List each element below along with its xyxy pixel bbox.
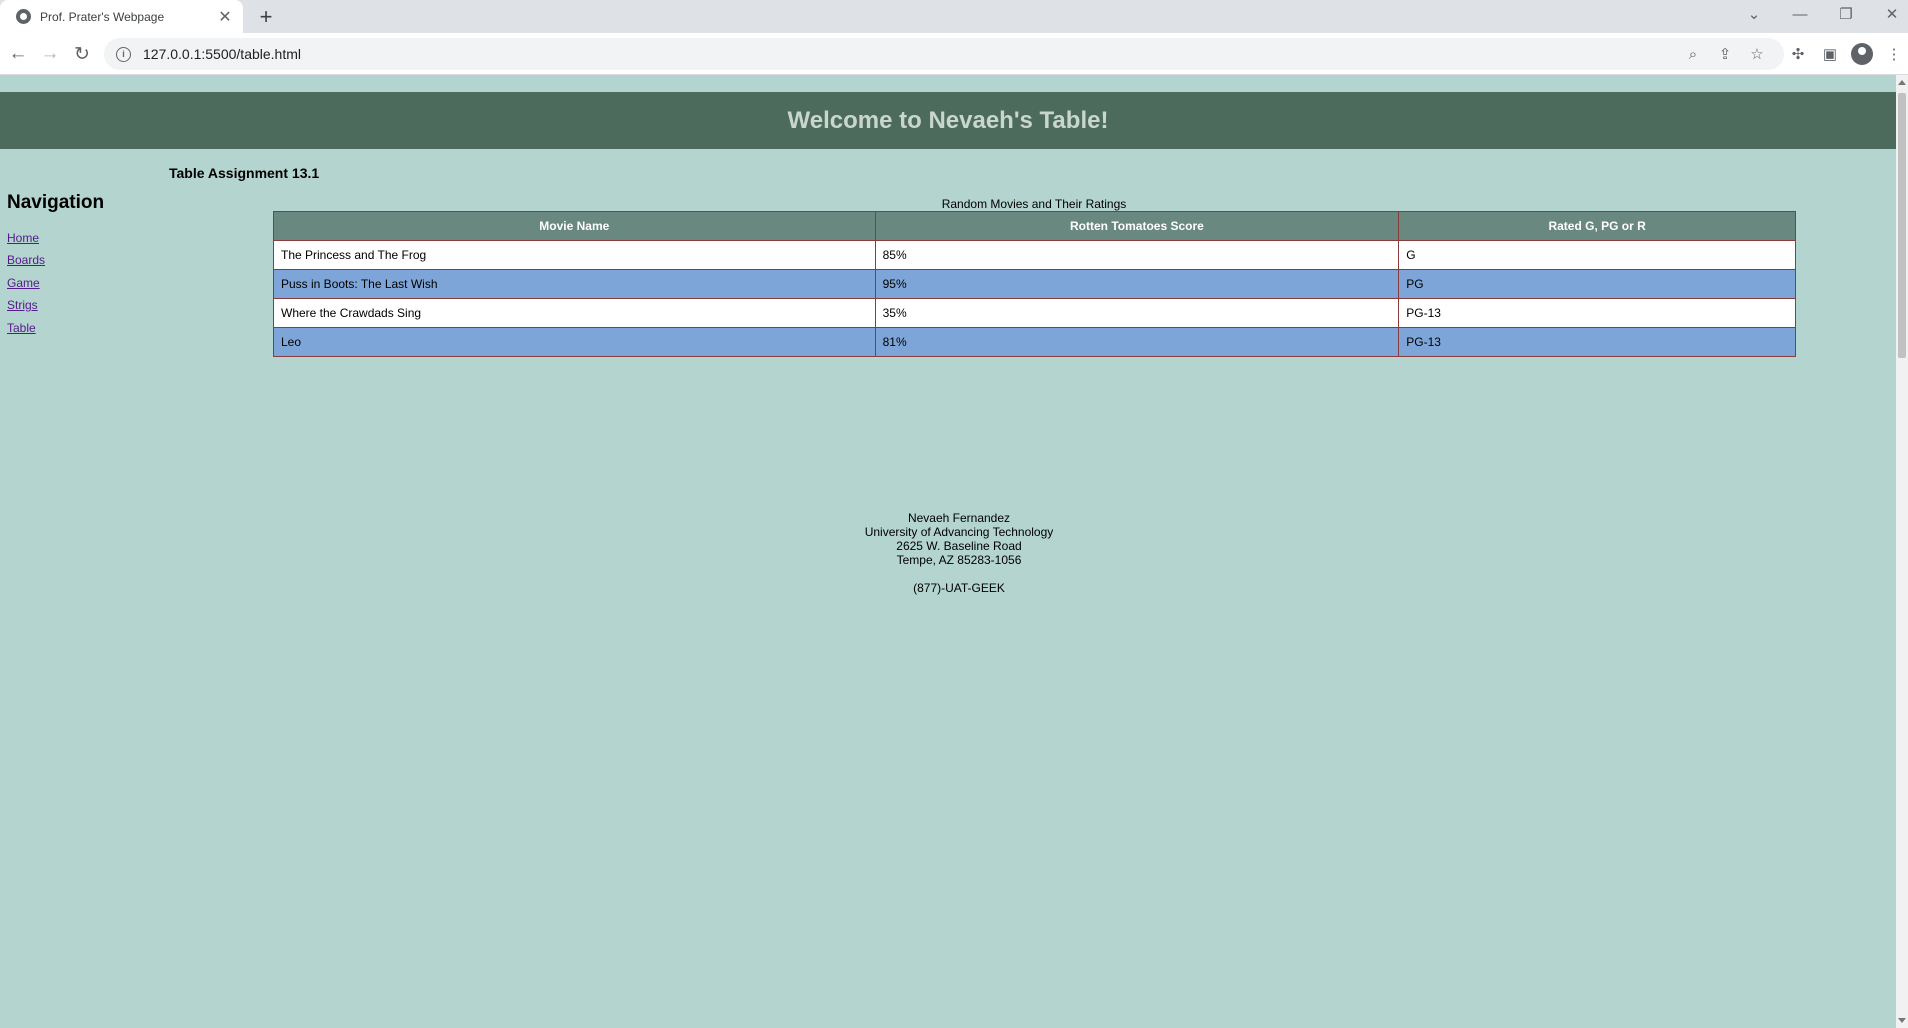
movie-name-cell: Puss in Boots: The Last Wish (273, 269, 876, 299)
scrollbar-thumb[interactable] (1898, 93, 1906, 358)
column-header-movie-name: Movie Name (273, 211, 876, 241)
close-tab-icon[interactable]: ✕ (215, 7, 235, 27)
footer-city: Tempe, AZ 85283-1056 (896, 553, 1022, 567)
footer-phone: (877)-UAT-GEEK (913, 581, 1005, 595)
assignment-title: Table Assignment 13.1 (169, 165, 320, 181)
nav-link-boards[interactable]: Boards (7, 253, 45, 267)
movie-name-cell: Where the Crawdads Sing (273, 298, 876, 328)
nav-link-game[interactable]: Game (7, 276, 40, 290)
globe-icon (16, 9, 31, 24)
browser-tab[interactable]: Prof. Prater's Webpage ✕ (0, 0, 243, 33)
navigation-heading: Navigation (7, 192, 105, 213)
nav-link-table[interactable]: Table (7, 321, 36, 335)
navigation-list: Home Boards Game Strigs Table (7, 231, 45, 343)
side-panel-icon[interactable]: ▣ (1819, 43, 1841, 65)
profile-avatar[interactable] (1851, 43, 1873, 65)
nav-link-home[interactable]: Home (7, 231, 39, 245)
table-header-row: Movie Name Rotten Tomatoes Score Rated G… (273, 211, 1796, 241)
rating-cell: PG-13 (1398, 298, 1796, 328)
forward-icon[interactable]: → (37, 41, 63, 67)
tab-search-icon[interactable]: ⌄ (1738, 0, 1770, 28)
table-row: Puss in Boots: The Last Wish 95% PG (273, 269, 1796, 299)
close-window-button[interactable]: ✕ (1876, 0, 1908, 28)
footer-name: Nevaeh Fernandez (907, 511, 1011, 525)
site-info-icon[interactable]: i (116, 46, 131, 62)
score-cell: 85% (874, 240, 1400, 270)
restore-button[interactable]: ❐ (1830, 0, 1862, 28)
score-cell: 95% (874, 269, 1400, 299)
tab-strip: Prof. Prater's Webpage ✕ + ⌄ — ❐ ✕ (0, 0, 1908, 33)
table-row: Leo 81% PG-13 (273, 327, 1796, 357)
new-tab-button[interactable]: + (254, 4, 278, 29)
url-text[interactable]: 127.0.0.1:5500/table.html (143, 46, 301, 62)
extensions-icon[interactable]: ✣ (1787, 43, 1809, 65)
rating-cell: PG (1398, 269, 1796, 299)
table-row: Where the Crawdads Sing 35% PG-13 (273, 298, 1796, 328)
table-row: The Princess and The Frog 85% G (273, 240, 1796, 270)
share-icon[interactable]: ⇪ (1714, 43, 1736, 65)
minimize-button[interactable]: — (1784, 0, 1816, 28)
menu-icon[interactable]: ⋮ (1883, 43, 1905, 65)
movie-name-cell: The Princess and The Frog (273, 240, 876, 270)
movies-table: Movie Name Rotten Tomatoes Score Rated G… (273, 211, 1796, 357)
score-cell: 81% (874, 327, 1400, 357)
vertical-scrollbar[interactable] (1896, 75, 1908, 1028)
reload-icon[interactable]: ↻ (69, 41, 95, 67)
zoom-icon[interactable]: ⌕ (1682, 43, 1704, 65)
table-caption: Random Movies and Their Ratings (941, 197, 1127, 211)
movie-name-cell: Leo (273, 327, 876, 357)
page-title: Welcome to Nevaeh's Table! (787, 106, 1109, 134)
rating-cell: G (1398, 240, 1796, 270)
rating-cell: PG-13 (1398, 327, 1796, 357)
footer-school: University of Advancing Technology (864, 525, 1054, 539)
footer-street: 2625 W. Baseline Road (896, 539, 1022, 553)
column-header-score: Rotten Tomatoes Score (874, 211, 1400, 241)
page-footer: Nevaeh Fernandez University of Advancing… (0, 511, 1896, 595)
page-viewport: Welcome to Nevaeh's Table! Table Assignm… (0, 75, 1896, 1028)
nav-link-strigs[interactable]: Strigs (7, 298, 38, 312)
page-banner: Welcome to Nevaeh's Table! (0, 92, 1896, 149)
scroll-up-icon[interactable] (1898, 80, 1906, 85)
score-cell: 35% (874, 298, 1400, 328)
browser-toolbar: ← → ↻ i 127.0.0.1:5500/table.html ⌕ ⇪ ☆ … (0, 33, 1908, 75)
tab-title: Prof. Prater's Webpage (40, 9, 165, 24)
back-icon[interactable]: ← (5, 41, 31, 67)
address-bar[interactable]: i 127.0.0.1:5500/table.html (104, 38, 1784, 70)
bookmark-star-icon[interactable]: ☆ (1746, 43, 1768, 65)
column-header-rating: Rated G, PG or R (1398, 211, 1796, 241)
scroll-down-icon[interactable] (1898, 1018, 1906, 1023)
